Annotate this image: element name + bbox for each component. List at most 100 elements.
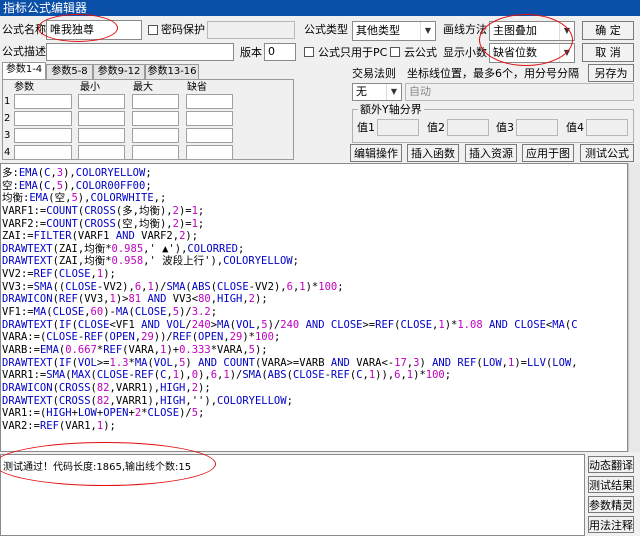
- y-value-3-input[interactable]: [516, 119, 558, 136]
- version-input[interactable]: 0: [264, 43, 296, 61]
- insert-resource-button[interactable]: 插入资源: [465, 144, 517, 162]
- draw-method-select[interactable]: 主图叠加 ▼: [489, 21, 575, 41]
- y-value-2-input[interactable]: [447, 119, 489, 136]
- chevron-down-icon: ▼: [559, 22, 574, 40]
- dynamic-translate-button[interactable]: 动态翻译: [588, 456, 634, 473]
- param-max-input[interactable]: [132, 145, 179, 160]
- param-name-input[interactable]: [14, 145, 72, 160]
- editor-scrollbar[interactable]: [628, 163, 640, 452]
- code-line: VAR1:=(HIGH+LOW+OPEN+2*CLOSE)/5;: [2, 407, 205, 420]
- apply-to-chart-button[interactable]: 应用于图: [522, 144, 574, 162]
- axis-line-hint: 坐标线位置，最多6个，用分号分隔: [407, 67, 579, 80]
- save-as-button[interactable]: 另存为: [588, 64, 634, 82]
- axis-line-input[interactable]: 自动: [405, 83, 634, 101]
- window-title: 指标公式编辑器: [0, 0, 640, 16]
- formula-name-input[interactable]: 唯我独尊: [46, 20, 142, 40]
- param-max-input[interactable]: [132, 111, 179, 126]
- param-default-input[interactable]: [186, 94, 233, 109]
- code-line: DRAWICON(REF(VV3,1)>81 AND VV3<80,HIGH,2…: [2, 293, 268, 306]
- formula-type-value: 其他类型: [356, 24, 400, 37]
- y-value-2-label: 值2: [427, 121, 445, 134]
- y-value-1-label: 值1: [357, 121, 375, 134]
- param-name-input[interactable]: [14, 94, 72, 109]
- test-result-button[interactable]: 测试结果: [588, 476, 634, 493]
- cloud-formula-label: 云公式: [404, 46, 437, 59]
- chevron-down-icon: ▼: [559, 44, 574, 62]
- param-min-input[interactable]: [78, 128, 125, 143]
- trade-rule-value: 无: [356, 85, 367, 98]
- tab-params-13-16[interactable]: 参数13-16: [145, 64, 199, 79]
- trade-rule-select[interactable]: 无 ▼: [352, 83, 402, 101]
- code-line: VARB:=EMA(0.667*REF(VARA,1)+0.333*VARA,5…: [2, 343, 268, 356]
- param-name-input[interactable]: [14, 111, 72, 126]
- cancel-button[interactable]: 取 消: [582, 43, 634, 62]
- param-default-input[interactable]: [186, 111, 233, 126]
- param-default-input[interactable]: [186, 128, 233, 143]
- pc-only-checkbox[interactable]: [304, 47, 314, 57]
- code-line: VARF2:=COUNT(CROSS(空,均衡),2)=1;: [2, 217, 205, 230]
- draw-method-label: 画线方法: [443, 23, 487, 36]
- code-line: VF1:=MA(CLOSE,60)-MA(CLOSE,5)/3.2;: [2, 306, 218, 319]
- y-value-3-label: 值3: [496, 121, 514, 134]
- insert-function-button[interactable]: 插入函数: [407, 144, 459, 162]
- param-min-input[interactable]: [78, 111, 125, 126]
- edit-ops-button[interactable]: 编辑操作: [350, 144, 402, 162]
- code-line: VARR1:=SMA(MAX(CLOSE-REF(C,1),0),6,1)/SM…: [2, 369, 452, 382]
- code-line: VAR2:=REF(VAR1,1);: [2, 419, 116, 432]
- decimal-value: 缺省位数: [493, 46, 537, 59]
- password-input[interactable]: [207, 21, 295, 39]
- param-row-number: 2: [4, 113, 11, 124]
- param-row-number: 1: [4, 96, 11, 107]
- code-line: VV2:=REF(CLOSE,1);: [2, 268, 116, 281]
- confirm-button[interactable]: 确 定: [582, 21, 634, 40]
- param-min-input[interactable]: [78, 94, 125, 109]
- code-editor[interactable]: 多:EMA(C,3),COLORYELLOW; 空:EMA(C,5),COLOR0…: [0, 163, 628, 452]
- code-line: VARA:=(CLOSE-REF(OPEN,29))/REF(OPEN,29)*…: [2, 331, 281, 344]
- draw-method-value: 主图叠加: [493, 24, 537, 37]
- decimal-select[interactable]: 缺省位数 ▼: [489, 43, 575, 63]
- formula-desc-input[interactable]: [46, 43, 234, 61]
- code-line: VV3:=SMA((CLOSE-VV2),6,1)/SMA(ABS(CLOSE-…: [2, 280, 344, 293]
- code-line: 多:EMA(C,3),COLORYELLOW;: [2, 167, 152, 179]
- cloud-formula-checkbox[interactable]: [390, 47, 400, 57]
- formula-desc-label: 公式描述: [2, 45, 46, 58]
- tab-params-5-8[interactable]: 参数5-8: [46, 64, 93, 79]
- trade-rule-label: 交易法则: [352, 67, 396, 80]
- password-checkbox[interactable]: [148, 25, 158, 35]
- output-panel: 测试通过！代码长度:1865,输出线个数:15: [0, 454, 585, 536]
- output-message: 测试通过！代码长度:1865,输出线个数:15: [3, 462, 192, 473]
- usage-notes-button[interactable]: 用法注释: [588, 516, 634, 533]
- tab-params-1-4[interactable]: 参数1-4: [2, 62, 46, 80]
- password-label: 密码保护: [161, 23, 205, 36]
- version-label: 版本: [240, 46, 262, 59]
- param-row-number: 3: [4, 130, 11, 141]
- code-line: DRAWTEXT(IF(CLOSE<VF1 AND VOL/240>MA(VOL…: [2, 318, 578, 331]
- y-value-4-input[interactable]: [586, 119, 628, 136]
- y-value-4-label: 值4: [566, 121, 584, 134]
- param-min-input[interactable]: [78, 145, 125, 160]
- param-default-input[interactable]: [186, 145, 233, 160]
- test-formula-button[interactable]: 测试公式: [580, 144, 634, 162]
- formula-type-label: 公式类型: [304, 23, 348, 36]
- chevron-down-icon: ▼: [420, 22, 435, 40]
- formula-name-label: 公式名称: [2, 23, 46, 36]
- param-name-input[interactable]: [14, 128, 72, 143]
- code-line: DRAWTEXT(CROSS(82,VARR1),HIGH,''),COLORY…: [2, 394, 293, 407]
- code-line: 均衡:EMA(空,5),COLORWHITE,;: [2, 192, 167, 205]
- formula-type-select[interactable]: 其他类型 ▼: [352, 21, 436, 41]
- show-decimal-label: 显示小数: [443, 46, 487, 59]
- param-max-input[interactable]: [132, 128, 179, 143]
- code-line: DRAWICON(CROSS(82,VARR1),HIGH,2);: [2, 381, 211, 394]
- extra-y-label: 额外Y轴分界: [358, 102, 424, 118]
- param-wizard-button[interactable]: 参数精灵: [588, 496, 634, 513]
- code-line: DRAWTEXT(ZAI,均衡*0.958,' 波段上行'),COLORYELL…: [2, 255, 299, 268]
- tab-params-9-12[interactable]: 参数9-12: [93, 64, 145, 79]
- code-line: VARF1:=COUNT(CROSS(多,均衡),2)=1;: [2, 204, 205, 217]
- code-line: ZAI:=FILTER(VARF1 AND VARF2,2);: [2, 230, 199, 243]
- pc-only-label: 公式只用于PC: [318, 46, 388, 59]
- param-max-input[interactable]: [132, 94, 179, 109]
- param-row-number: 4: [4, 147, 11, 158]
- code-line: DRAWTEXT(IF(VOL>=1.3*MA(VOL,5) AND COUNT…: [2, 356, 578, 369]
- code-line: DRAWTEXT(ZAI,均衡*0.985,' ▲'),COLORRED;: [2, 242, 245, 255]
- y-value-1-input[interactable]: [377, 119, 419, 136]
